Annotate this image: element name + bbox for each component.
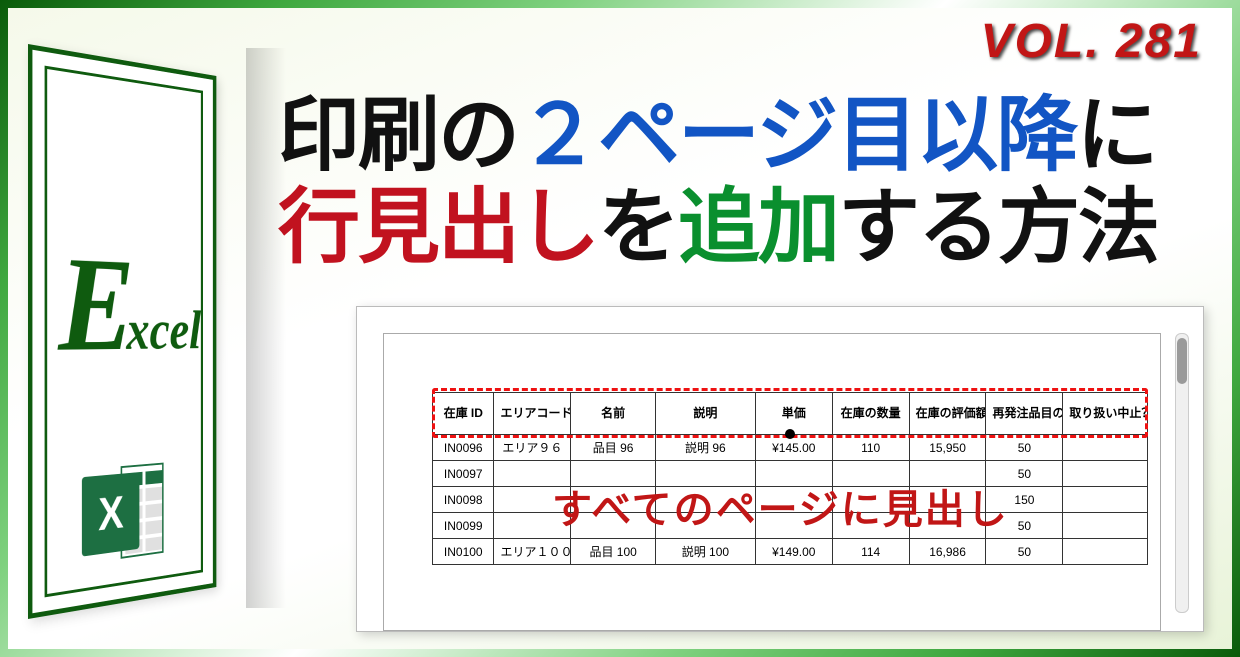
cell: IN0100 bbox=[433, 539, 494, 565]
col-header: 名前 bbox=[571, 393, 656, 435]
cell: 品目 100 bbox=[571, 539, 656, 565]
cell: 説明 100 bbox=[655, 539, 755, 565]
volume-label: VOL. 281 bbox=[981, 14, 1202, 69]
col-header: 在庫 ID bbox=[433, 393, 494, 435]
cell: エリア９６ bbox=[494, 435, 571, 461]
col-header: 再発注品目の数量 bbox=[986, 393, 1063, 435]
preview-scrollbar[interactable] bbox=[1175, 333, 1189, 613]
col-header: 説明 bbox=[655, 393, 755, 435]
cell: 50 bbox=[986, 435, 1063, 461]
title-seg-2: ２ページ目以降 bbox=[518, 90, 1076, 181]
table-header-row: 在庫 ID エリアコード 名前 説明 単価 在庫の数量 在庫の評価額 再発注品目… bbox=[433, 393, 1148, 435]
thumbnail-frame: VOL. 281 印刷の２ページ目以降に 行見出しを追加する方法 bbox=[0, 0, 1240, 657]
title-seg-6: 追加 bbox=[678, 182, 838, 273]
cell bbox=[1063, 513, 1148, 539]
excel-wordmark: Excel bbox=[58, 236, 201, 373]
title-line-2: 行見出しを追加する方法 bbox=[278, 182, 1204, 274]
cell bbox=[1063, 435, 1148, 461]
title-seg-3: に bbox=[1076, 90, 1156, 181]
excel-x-letter: X bbox=[98, 486, 124, 541]
title-seg-5: を bbox=[598, 182, 678, 273]
excel-app-icon: X bbox=[82, 462, 168, 566]
cell: 品目 96 bbox=[571, 435, 656, 461]
col-header: 在庫の数量 bbox=[832, 393, 909, 435]
overlay-caption: すべてのページに見出し bbox=[552, 477, 1009, 535]
excel-wordmark-e: E bbox=[58, 228, 134, 380]
cell: 110 bbox=[832, 435, 909, 461]
print-preview-card: 在庫 ID エリアコード 名前 説明 単価 在庫の数量 在庫の評価額 再発注品目… bbox=[356, 306, 1204, 632]
cell: IN0098 bbox=[433, 487, 494, 513]
print-preview-page: 在庫 ID エリアコード 名前 説明 単価 在庫の数量 在庫の評価額 再発注品目… bbox=[383, 333, 1161, 631]
title-seg-1: 印刷の bbox=[278, 90, 518, 181]
thumbnail-canvas: VOL. 281 印刷の２ページ目以降に 行見出しを追加する方法 bbox=[8, 8, 1232, 649]
cell: IN0096 bbox=[433, 435, 494, 461]
cell: 50 bbox=[986, 539, 1063, 565]
cell: IN0099 bbox=[433, 513, 494, 539]
col-header: 取り扱い中止？ bbox=[1063, 393, 1148, 435]
cell: ¥149.00 bbox=[755, 539, 832, 565]
excel-wordmark-xcel: xcel bbox=[126, 299, 201, 361]
table-row: IN0100 エリア１００ 品目 100 説明 100 ¥149.00 114 … bbox=[433, 539, 1148, 565]
excel-x-badge-icon: X bbox=[82, 472, 140, 557]
table-row: IN0096 エリア９６ 品目 96 説明 96 ¥145.00 110 15,… bbox=[433, 435, 1148, 461]
col-header: 在庫の評価額 bbox=[909, 393, 986, 435]
title-block: 印刷の２ページ目以降に 行見出しを追加する方法 bbox=[278, 90, 1204, 274]
title-seg-7: する方法 bbox=[838, 182, 1158, 273]
col-header: エリアコード bbox=[494, 393, 571, 435]
cell: 16,986 bbox=[909, 539, 986, 565]
cell: 114 bbox=[832, 539, 909, 565]
title-seg-4: 行見出し bbox=[278, 182, 598, 273]
cell bbox=[1063, 461, 1148, 487]
cell bbox=[1063, 487, 1148, 513]
cell bbox=[1063, 539, 1148, 565]
door-panel: Excel X bbox=[28, 44, 216, 619]
cell: 15,950 bbox=[909, 435, 986, 461]
col-header: 単価 bbox=[755, 393, 832, 435]
cell: 説明 96 bbox=[655, 435, 755, 461]
cell: エリア１００ bbox=[494, 539, 571, 565]
scroll-thumb[interactable] bbox=[1177, 338, 1187, 384]
title-line-1: 印刷の２ページ目以降に bbox=[278, 90, 1204, 182]
cell: ¥145.00 bbox=[755, 435, 832, 461]
cell: IN0097 bbox=[433, 461, 494, 487]
